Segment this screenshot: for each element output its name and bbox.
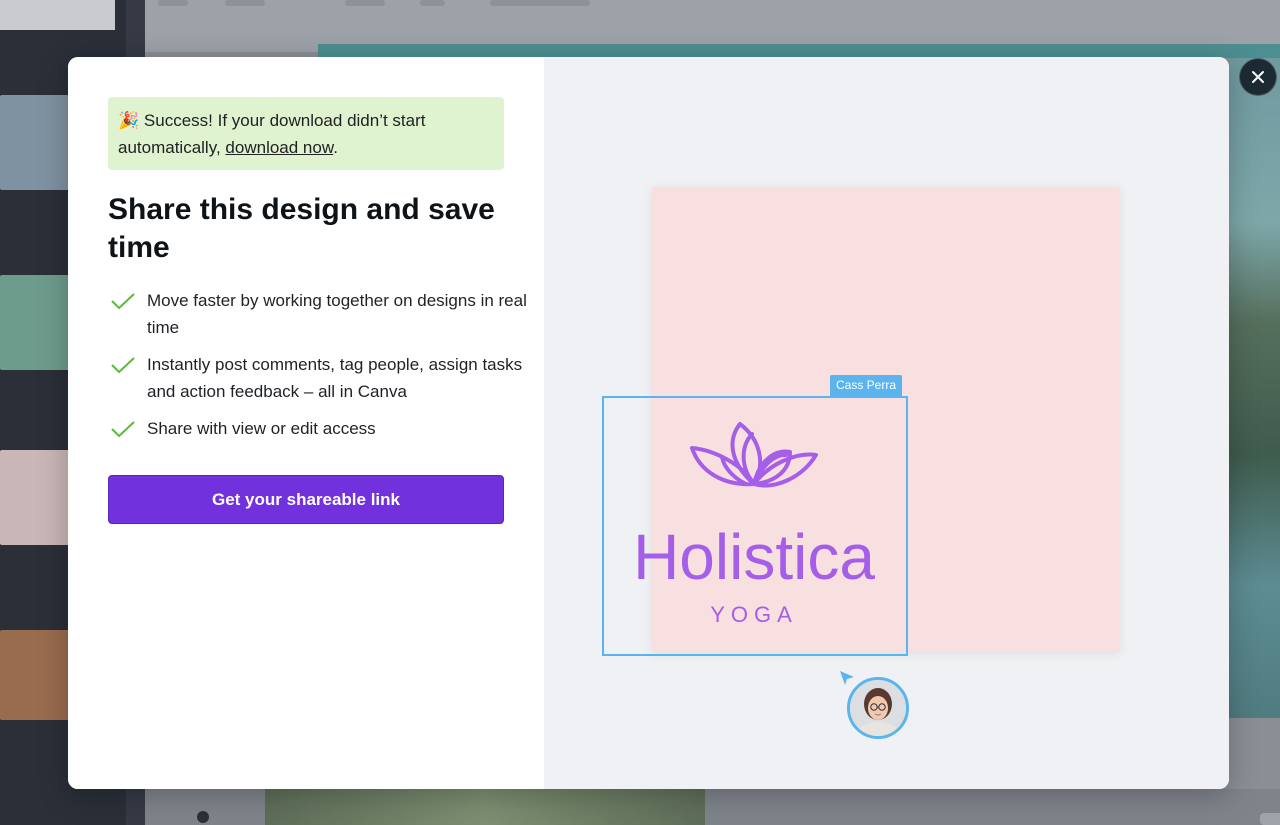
- party-emoji: 🎉: [118, 111, 140, 130]
- modal-left-pane: 🎉 Success! If your download didn’t start…: [68, 57, 544, 789]
- modal-title: Share this design and save time: [108, 193, 495, 264]
- check-icon: [111, 293, 135, 310]
- get-shareable-link-button[interactable]: Get your shareable link: [108, 475, 504, 524]
- avatar-portrait: [850, 680, 906, 736]
- editor-canvas-edge: [318, 44, 1280, 58]
- logo-subtitle: YOGA: [710, 602, 798, 627]
- download-now-link[interactable]: download now: [225, 138, 333, 157]
- collaborator-name-tag: Cass Perra: [830, 375, 903, 396]
- feature-text: Share with view or edit access: [147, 419, 376, 438]
- close-button[interactable]: [1239, 58, 1277, 96]
- logo-title: Holistica: [633, 521, 875, 593]
- feature-text: Instantly post comments, tag people, ass…: [147, 355, 523, 401]
- collaborator-avatar: [847, 677, 909, 739]
- feature-item: Instantly post comments, tag people, ass…: [108, 351, 528, 405]
- editor-footer: [145, 789, 1280, 825]
- success-period: .: [333, 138, 338, 157]
- modal-preview-pane: Cass Perra Holistica YOGA: [544, 57, 1229, 789]
- editor-canvas-photo: [1229, 58, 1280, 718]
- feature-item: Share with view or edit access: [108, 415, 528, 442]
- feature-list: Move faster by working together on desig…: [108, 287, 528, 452]
- success-banner: 🎉 Success! If your download didn’t start…: [108, 97, 504, 170]
- check-icon: [111, 421, 135, 438]
- feature-item: Move faster by working together on desig…: [108, 287, 528, 341]
- share-modal: 🎉 Success! If your download didn’t start…: [68, 57, 1229, 789]
- cursor-arrow-icon: [840, 671, 854, 685]
- feature-text: Move faster by working together on desig…: [147, 291, 527, 337]
- lotus-icon: [690, 422, 818, 488]
- close-icon: [1252, 71, 1264, 83]
- holistica-logo: Holistica YOGA: [633, 422, 875, 627]
- check-icon: [111, 357, 135, 374]
